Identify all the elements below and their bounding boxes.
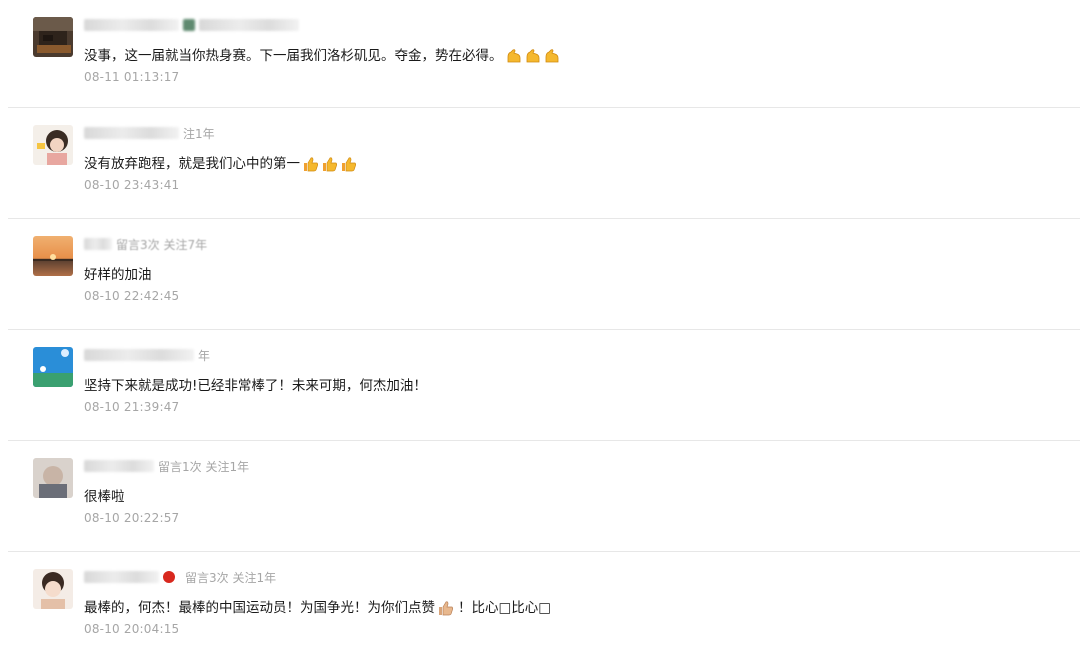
thumbs-up-icon	[302, 155, 359, 173]
comment-item: 留言3次 关注1年 最棒的，何杰！最棒的中国运动员！为国争光！为你们点赞 ！比心…	[0, 552, 1080, 663]
user-meta: 年	[84, 347, 210, 363]
user-meta	[84, 17, 303, 33]
blurred-username	[84, 460, 154, 472]
comment-time: 08-10 20:22:57	[84, 511, 180, 525]
avatar[interactable]	[33, 347, 73, 387]
avatar[interactable]	[33, 17, 73, 57]
blurred-username	[84, 238, 112, 250]
comment-time: 08-10 20:04:15	[84, 622, 180, 636]
blurred-username	[84, 349, 194, 361]
comment-text: 最棒的，何杰！最棒的中国运动员！为国争光！为你们点赞 ！比心□比心□	[84, 599, 552, 617]
comment-text: 没事，这一届就当你热身赛。下一届我们洛杉矶见。夺金，势在必得。	[84, 46, 562, 66]
user-meta: 注1年	[84, 125, 215, 141]
comment-text: 坚持下来就是成功!已经非常棒了！未来可期，何杰加油！	[84, 378, 427, 394]
comment-item: 留言1次 关注1年 很棒啦 08-10 20:22:57	[0, 441, 1080, 552]
user-meta: 留言3次 关注1年	[84, 569, 276, 585]
heart-icon	[163, 571, 175, 583]
comment-time: 08-10 21:39:47	[84, 400, 180, 414]
comment-text: 没有放弃跑程，就是我们心中的第一	[84, 154, 359, 174]
blurred-username	[84, 127, 179, 139]
blurred-username	[183, 19, 195, 31]
blurred-username	[199, 19, 299, 31]
avatar[interactable]	[33, 569, 73, 609]
comment-time: 08-11 01:13:17	[84, 70, 180, 84]
user-meta: 留言3次 关注7年	[84, 236, 207, 252]
thumbs-up-icon	[437, 599, 456, 617]
comment-item: 没事，这一届就当你热身赛。下一届我们洛杉矶见。夺金，势在必得。 08-11 01…	[0, 0, 1080, 108]
avatar[interactable]	[33, 236, 73, 276]
comment-item: 注1年 没有放弃跑程，就是我们心中的第一 08-10 23:43:41	[0, 108, 1080, 219]
comment-item: 年 坚持下来就是成功!已经非常棒了！未来可期，何杰加油！ 08-10 21:39…	[0, 330, 1080, 441]
blurred-username	[84, 571, 159, 583]
comment-time: 08-10 23:43:41	[84, 178, 180, 192]
avatar[interactable]	[33, 125, 73, 165]
blurred-username	[84, 19, 179, 31]
comment-text: 好样的加油	[84, 267, 152, 283]
comment-text: 很棒啦	[84, 489, 125, 505]
avatar[interactable]	[33, 458, 73, 498]
muscle-icon	[505, 47, 562, 65]
comment-list: 没事，这一届就当你热身赛。下一届我们洛杉矶见。夺金，势在必得。 08-11 01…	[0, 0, 1080, 663]
comment-item: 留言3次 关注7年 好样的加油 08-10 22:42:45	[0, 219, 1080, 330]
user-meta: 留言1次 关注1年	[84, 458, 249, 474]
comment-time: 08-10 22:42:45	[84, 289, 180, 303]
